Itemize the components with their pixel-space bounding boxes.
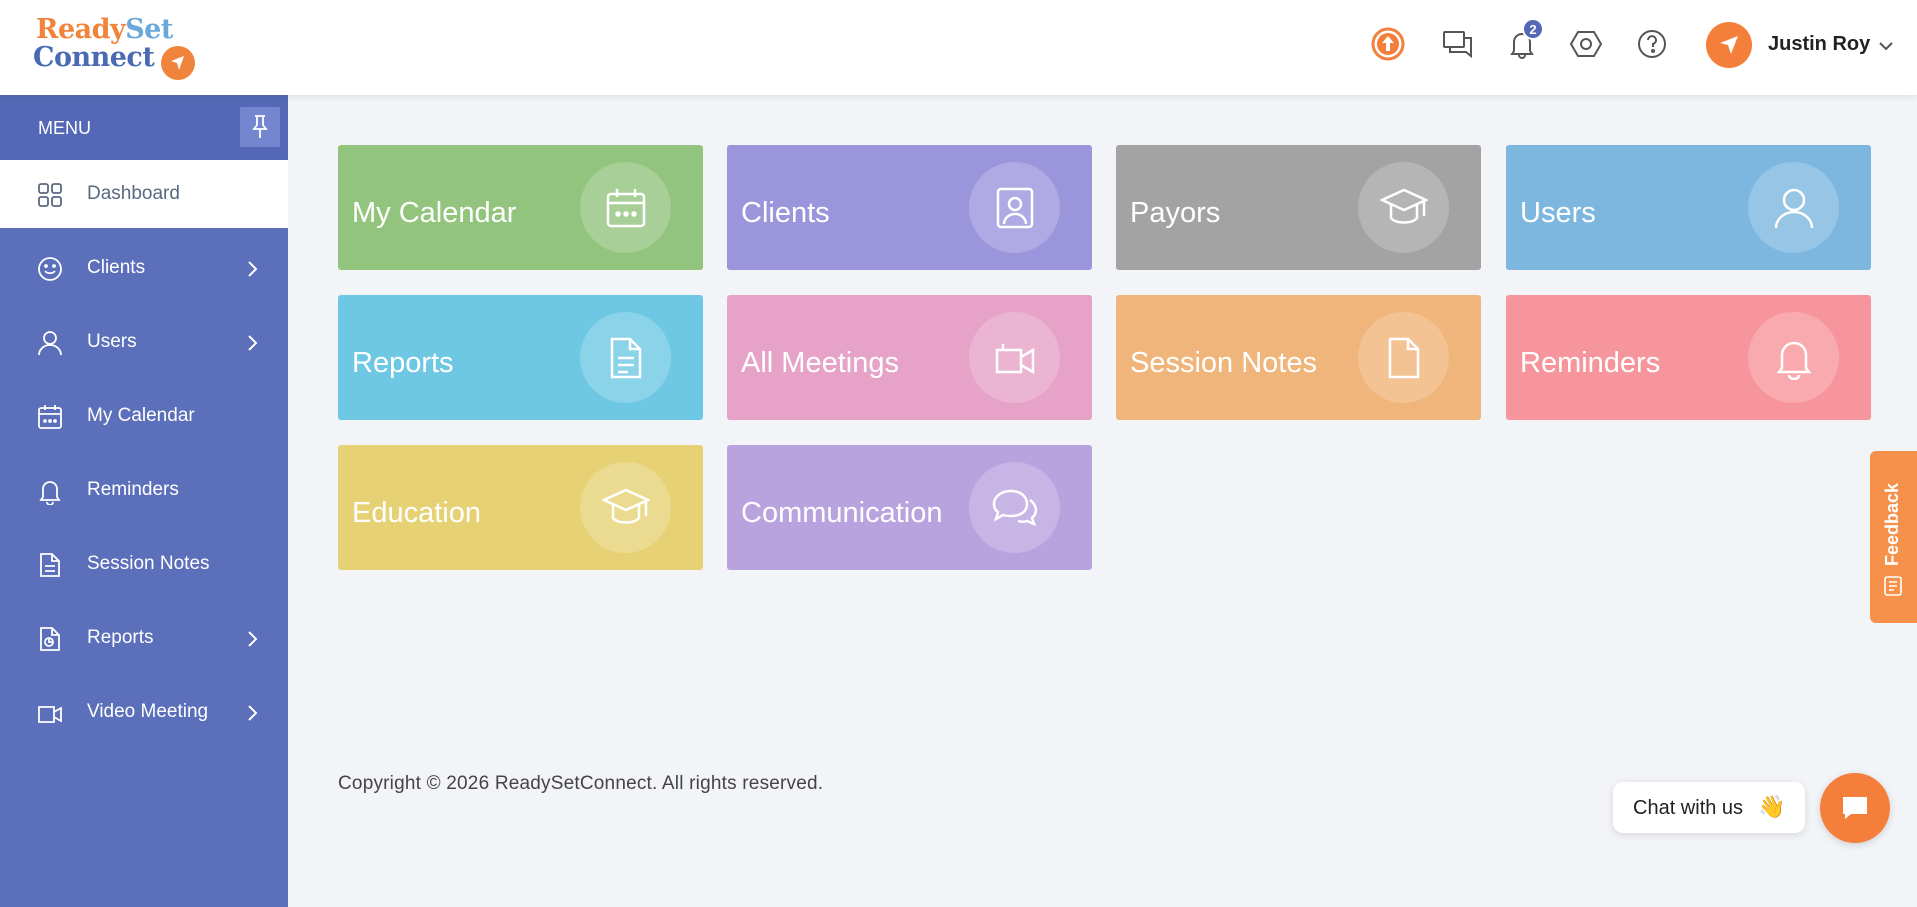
sidebar: MENU Dashboard Clients Users My Calendar… (0, 95, 288, 907)
document-icon (40, 553, 60, 577)
sidebar-item-session-notes[interactable]: Session Notes (0, 530, 288, 598)
tile-reports[interactable]: Reports (338, 295, 703, 420)
open-chat-button[interactable] (1820, 773, 1890, 843)
tile-label: Payors (1130, 197, 1221, 229)
upgrade-icon[interactable] (1370, 26, 1406, 62)
sidebar-item-dashboard[interactable]: Dashboard (0, 160, 288, 228)
video-icon (38, 706, 62, 723)
notifications-bell-icon[interactable]: 2 (1504, 18, 1544, 62)
sidebar-item-label: Reminders (87, 479, 179, 500)
calendar-icon (580, 162, 671, 253)
tile-users[interactable]: Users (1506, 145, 1871, 270)
report-icon (40, 627, 60, 651)
readysetconnect-logo[interactable]: ReadySet Connect (33, 14, 203, 80)
chevron-right-icon (248, 261, 258, 277)
sidebar-item-label: Video Meeting (87, 701, 209, 722)
tile-clients[interactable]: Clients (727, 145, 1092, 270)
sidebar-item-label: Clients (87, 257, 146, 278)
sidebar-item-label: Dashboard (87, 183, 180, 204)
chat-label: Chat with us (1633, 797, 1744, 819)
settings-icon[interactable] (1568, 26, 1604, 62)
sidebar-menu-header: MENU (0, 95, 288, 160)
user-avatar[interactable] (1706, 22, 1752, 68)
logo-word-ready: Ready (36, 14, 126, 45)
bell-icon (39, 481, 61, 505)
copyright-text: Copyright © 2026 ReadySetConnect. All ri… (338, 773, 824, 794)
sidebar-item-video-meeting[interactable]: Video Meeting (0, 678, 288, 746)
user-icon (38, 331, 62, 356)
sidebar-item-label: Users (87, 331, 137, 352)
tile-label: Session Notes (1130, 347, 1317, 379)
contact-icon (969, 162, 1060, 253)
video-icon (969, 312, 1060, 403)
sidebar-item-clients[interactable]: Clients (0, 234, 288, 302)
wave-emoji-icon: 👋 (1758, 794, 1786, 819)
logo-word-set: Set (125, 14, 173, 45)
tile-education[interactable]: Education (338, 445, 703, 570)
tile-all-meetings[interactable]: All Meetings (727, 295, 1092, 420)
bell-icon (1748, 312, 1839, 403)
feedback-tab[interactable]: Feedback (1870, 451, 1917, 623)
file-icon (1358, 312, 1449, 403)
sidebar-item-label: Reports (87, 627, 154, 648)
chevron-down-icon[interactable] (1878, 38, 1894, 59)
logo-word-connect: Connect (33, 42, 155, 73)
menu-label: MENU (38, 118, 91, 138)
user-icon (1748, 162, 1839, 253)
chevron-right-icon (248, 631, 258, 647)
sidebar-item-label: Session Notes (87, 553, 210, 574)
grid-icon (38, 183, 62, 207)
feedback-icon (1884, 576, 1902, 596)
tile-label: All Meetings (741, 347, 899, 379)
chat-bubbles-icon (969, 462, 1060, 553)
document-icon (580, 312, 671, 403)
tile-payors[interactable]: Payors (1116, 145, 1481, 270)
tile-reminders[interactable]: Reminders (1506, 295, 1871, 420)
messages-icon[interactable] (1440, 26, 1476, 62)
sidebar-item-reminders[interactable]: Reminders (0, 456, 288, 524)
chevron-right-icon (248, 705, 258, 721)
chat-with-us-bubble[interactable]: Chat with us 👋 (1613, 782, 1805, 833)
sidebar-item-reports[interactable]: Reports (0, 604, 288, 672)
chat-icon (1843, 797, 1867, 819)
tile-label: Reminders (1520, 347, 1661, 379)
user-name[interactable]: Justin Roy (1768, 33, 1870, 56)
top-header: ReadySet Connect 2 Justin Roy (0, 0, 1917, 95)
sidebar-item-users[interactable]: Users (0, 308, 288, 376)
feedback-label: Feedback (1882, 482, 1902, 566)
tile-my-calendar[interactable]: My Calendar (338, 145, 703, 270)
tile-label: My Calendar (352, 197, 517, 229)
notification-count-badge: 2 (1522, 18, 1544, 40)
chevron-right-icon (248, 335, 258, 351)
calendar-icon (38, 405, 62, 429)
tile-session-notes[interactable]: Session Notes (1116, 295, 1481, 420)
graduation-cap-icon (580, 462, 671, 553)
help-icon[interactable] (1634, 26, 1670, 62)
smile-icon (38, 257, 62, 281)
tile-label: Users (1520, 197, 1596, 229)
tile-label: Education (352, 497, 481, 529)
tile-communication[interactable]: Communication (727, 445, 1092, 570)
pin-sidebar-button[interactable] (240, 107, 280, 147)
logo-cursor-icon (161, 46, 195, 80)
graduation-cap-icon (1358, 162, 1449, 253)
sidebar-item-my-calendar[interactable]: My Calendar (0, 382, 288, 450)
sidebar-item-label: My Calendar (87, 405, 195, 426)
tile-label: Clients (741, 197, 830, 229)
tile-label: Reports (352, 347, 454, 379)
tile-label: Communication (741, 497, 943, 529)
